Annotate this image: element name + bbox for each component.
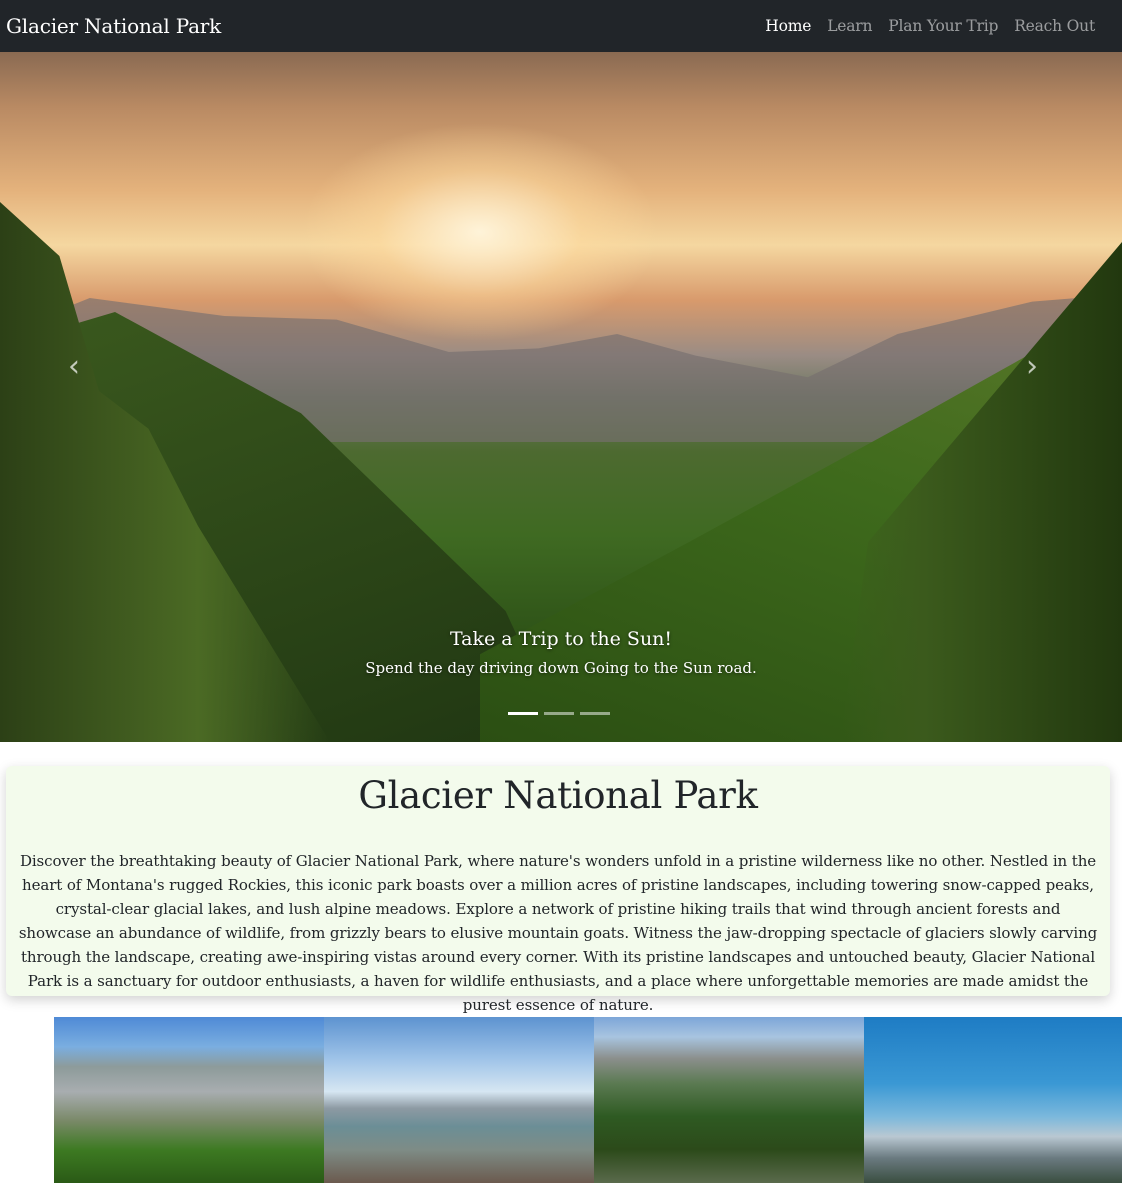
photo-gallery — [54, 1017, 1122, 1183]
carousel-indicators — [508, 712, 610, 715]
navbar: Glacier National Park Home Learn Plan Yo… — [0, 0, 1122, 52]
sun-glow — [300, 122, 660, 342]
nav-link-learn[interactable]: Learn — [819, 17, 880, 35]
carousel-indicator-3[interactable] — [580, 712, 610, 715]
carousel-indicator-1[interactable] — [508, 712, 538, 715]
intro-card: Glacier National Park Discover the breat… — [6, 766, 1110, 1014]
carousel-caption: Take a Trip to the Sun! Spend the day dr… — [0, 628, 1122, 677]
carousel-next-button[interactable]: › — [1026, 347, 1038, 387]
intro-title: Glacier National Park — [358, 774, 758, 817]
chevron-right-icon: › — [1026, 349, 1038, 384]
gallery-image-forest-valley[interactable] — [594, 1017, 864, 1183]
carousel-prev-button[interactable]: ‹ — [68, 347, 80, 387]
nav-link-reach-out[interactable]: Reach Out — [1006, 17, 1103, 35]
gallery-image-snowy-peaks[interactable] — [864, 1017, 1122, 1183]
nav-link-plan-your-trip[interactable]: Plan Your Trip — [880, 17, 1006, 35]
caption-title: Take a Trip to the Sun! — [449, 628, 673, 650]
chevron-left-icon: ‹ — [68, 349, 80, 384]
nav-links: Home Learn Plan Your Trip Reach Out — [757, 17, 1116, 35]
intro-text: Discover the breathtaking beauty of Glac… — [18, 852, 1098, 1014]
gallery-image-mountain-cliffs[interactable] — [54, 1017, 324, 1183]
nav-link-home[interactable]: Home — [757, 17, 819, 35]
carousel-indicator-2[interactable] — [544, 712, 574, 715]
brand-link[interactable]: Glacier National Park — [6, 14, 221, 38]
gallery-image-lake-shore[interactable] — [324, 1017, 594, 1183]
hero-carousel: ‹ › Take a Trip to the Sun! Spend the da… — [0, 52, 1122, 742]
caption-text: Spend the day driving down Going to the … — [365, 659, 757, 677]
